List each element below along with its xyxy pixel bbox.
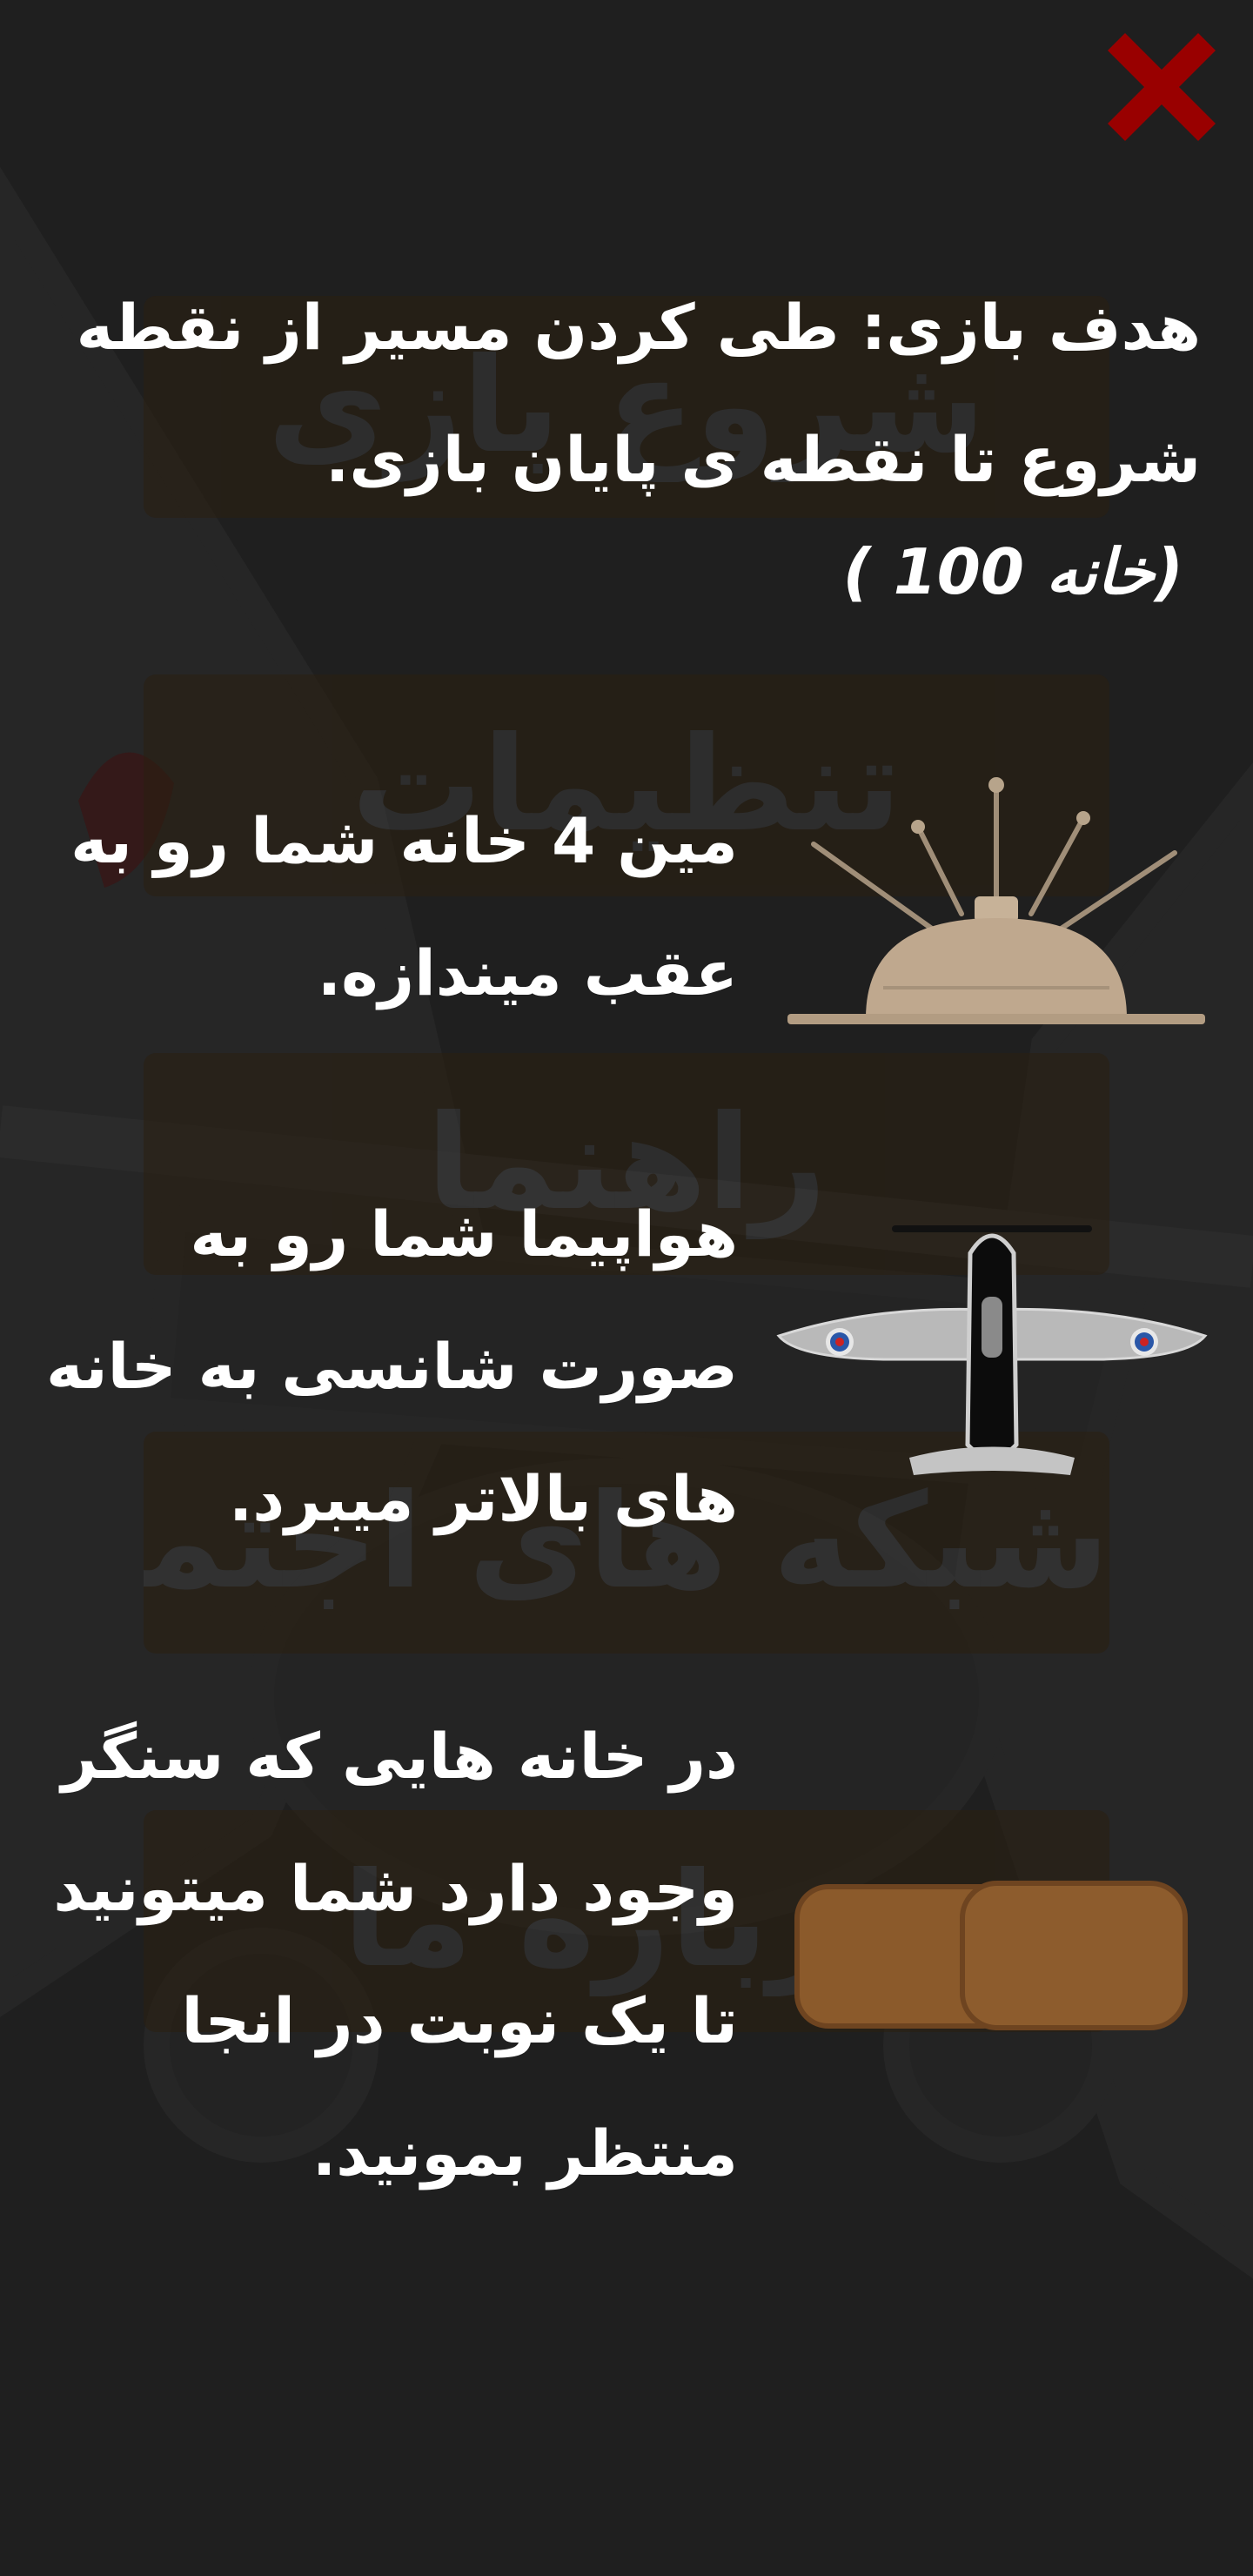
sandbag-icon: [794, 1881, 1188, 2030]
airplane-icon: [776, 1225, 1208, 1475]
goal-count: ( 100 خانه): [842, 535, 1183, 608]
mine-rule-text: مین 4 خانه شما رو به عقب میندازه.: [70, 804, 738, 1010]
help-screen: شروع بازی تنظیمات راهنما شبکه های اجتماع…: [0, 0, 1253, 2576]
close-button[interactable]: [1092, 17, 1231, 157]
goal-text: هدف بازی: طی کردن مسیر از نقطه شروع تا ن…: [76, 291, 1201, 496]
close-icon: [1108, 33, 1216, 141]
airplane-rule-text: هواپیما شما رو به صورت شانسی به خانه های…: [45, 1197, 738, 1535]
landmine-icon: [787, 777, 1205, 1024]
sandbag-rule-text: در خانه هایی که سنگر وجود دارد شما میتون…: [53, 1720, 738, 2190]
